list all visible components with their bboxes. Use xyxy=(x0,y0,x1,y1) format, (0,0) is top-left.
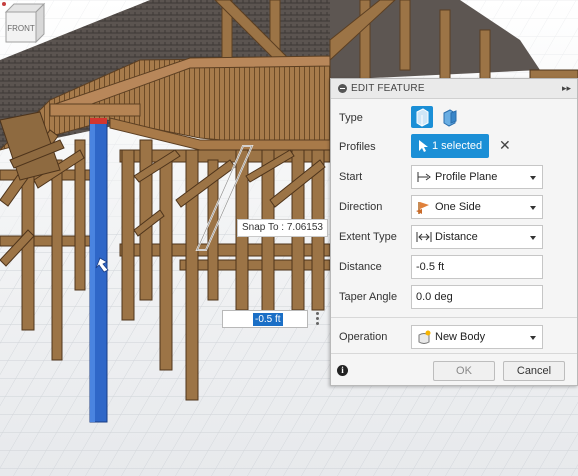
clear-selection-icon[interactable]: ✕ xyxy=(499,138,511,152)
start-value: Profile Plane xyxy=(435,171,498,183)
extent-type-dropdown[interactable]: Distance xyxy=(411,225,543,249)
extrude-solid-button[interactable] xyxy=(411,106,433,128)
taper-angle-value[interactable]: 0.0 deg xyxy=(416,291,453,303)
operation-dropdown[interactable]: New Body xyxy=(411,325,543,349)
taper-angle-field[interactable]: 0.0 deg xyxy=(411,285,543,309)
start-dropdown[interactable]: Profile Plane xyxy=(411,165,543,189)
direction-flag-icon xyxy=(416,202,429,214)
collapse-icon[interactable] xyxy=(338,84,347,93)
operation-label: Operation xyxy=(339,331,388,343)
canvas-input-menu-icon[interactable] xyxy=(313,311,321,327)
extrude-surface-button[interactable] xyxy=(439,106,461,128)
panel-header: EDIT FEATURE ▸▸ xyxy=(331,79,577,99)
profiles-label: Profiles xyxy=(339,141,376,153)
ok-button[interactable]: OK xyxy=(433,361,495,381)
distance-label: Distance xyxy=(339,261,382,273)
canvas-distance-input[interactable]: -0.5 ft xyxy=(222,310,308,328)
chevron-down-icon xyxy=(530,236,536,240)
new-body-icon xyxy=(418,330,431,344)
divider xyxy=(331,317,577,318)
profiles-value: 1 selected xyxy=(432,140,483,152)
extent-type-value: Distance xyxy=(435,231,478,243)
chevron-down-icon xyxy=(530,206,536,210)
start-label: Start xyxy=(339,171,363,183)
view-cube-icon[interactable]: FRONT xyxy=(0,0,46,46)
taper-angle-label: Taper Angle xyxy=(339,291,398,303)
type-label: Type xyxy=(339,112,363,124)
profiles-select-button[interactable]: 1 selected xyxy=(411,134,489,158)
distance-field[interactable]: -0.5 ft xyxy=(411,255,543,279)
snap-tooltip: Snap To : 7.06153 xyxy=(237,219,328,237)
cancel-button[interactable]: Cancel xyxy=(503,361,565,381)
extent-type-label: Extent Type xyxy=(339,231,397,243)
edit-feature-panel: EDIT FEATURE ▸▸ Type Profiles 1 selected… xyxy=(330,78,578,386)
distance-value[interactable]: -0.5 ft xyxy=(416,261,444,273)
extrude-surface-icon xyxy=(443,109,457,127)
view-cube-face-label: FRONT xyxy=(7,24,35,33)
expand-panel-icon[interactable]: ▸▸ xyxy=(562,83,571,94)
direction-value: One Side xyxy=(435,201,481,213)
cursor-arrow-icon xyxy=(419,140,428,152)
chevron-down-icon xyxy=(530,176,536,180)
profile-plane-icon xyxy=(417,172,431,182)
panel-title: EDIT FEATURE xyxy=(351,83,425,94)
divider xyxy=(331,353,577,354)
direction-label: Direction xyxy=(339,201,383,213)
extrude-solid-icon xyxy=(416,108,429,127)
chevron-down-icon xyxy=(530,336,536,340)
operation-value: New Body xyxy=(435,331,486,343)
distance-extent-icon xyxy=(416,232,432,242)
canvas-distance-value[interactable]: -0.5 ft xyxy=(253,313,283,326)
direction-dropdown[interactable]: One Side xyxy=(411,195,543,219)
info-icon[interactable]: i xyxy=(337,365,348,376)
